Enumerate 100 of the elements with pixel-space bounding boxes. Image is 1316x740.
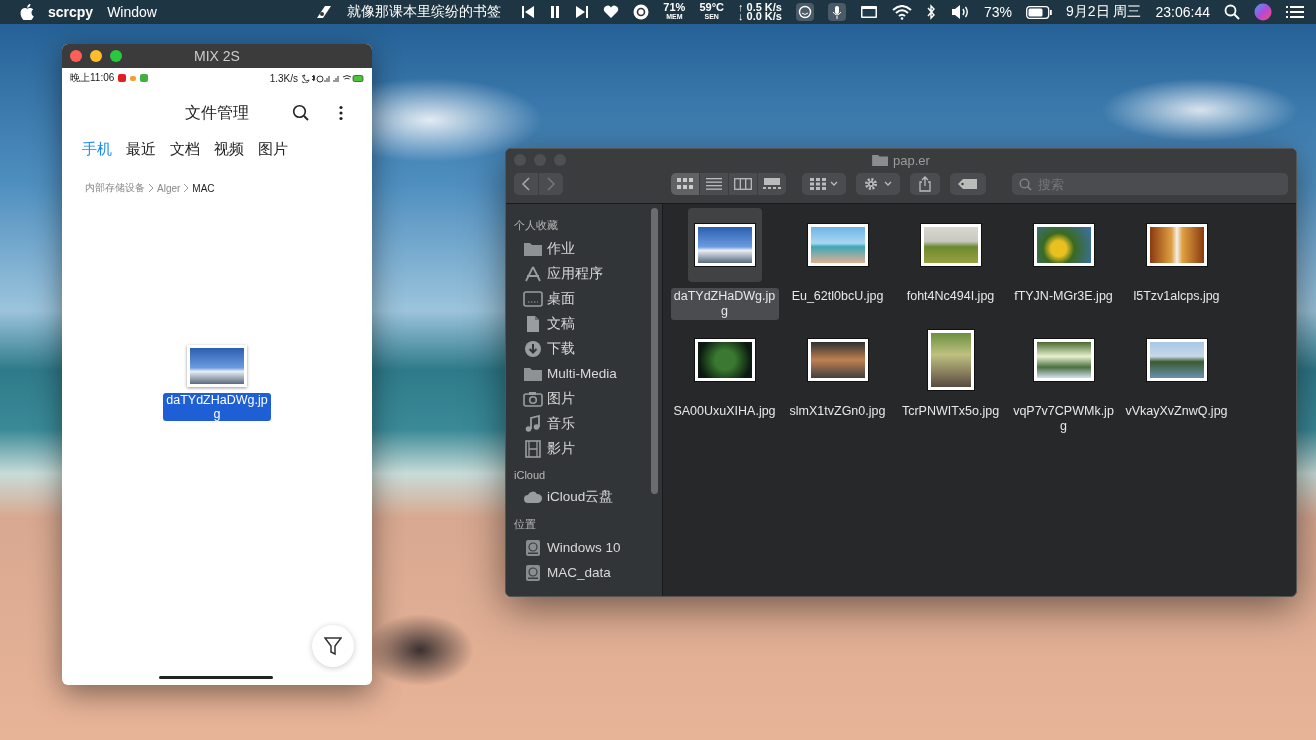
network-speed: 1.3K/s — [269, 72, 298, 84]
grid-dropdown-icon — [810, 178, 838, 190]
wifi-icon[interactable] — [892, 4, 912, 20]
window-title: MIX 2S — [194, 48, 240, 64]
status-time: 晚上11:06 — [70, 71, 115, 85]
window-icon[interactable] — [860, 5, 878, 19]
volume-icon[interactable] — [950, 4, 970, 20]
sidebar-item[interactable]: 音乐 — [514, 411, 648, 436]
battery-icon[interactable] — [1026, 5, 1053, 19]
file-name[interactable]: fTYJN-MGr3E.jpg — [1009, 288, 1118, 305]
sidebar-item[interactable]: 图片 — [514, 386, 648, 411]
file-name[interactable]: Eu_62tl0bcU.jpg — [783, 288, 892, 305]
file-name[interactable]: daTYdZHaDWg.jpg — [163, 393, 271, 421]
list-view-button[interactable] — [700, 173, 728, 195]
tag-button[interactable] — [950, 173, 986, 195]
window-title: pap.er — [893, 152, 930, 168]
siri-icon[interactable] — [1254, 3, 1272, 21]
back-button[interactable] — [514, 173, 538, 195]
grid-icon — [677, 178, 693, 190]
icon-view-button[interactable] — [671, 173, 699, 195]
download-icon — [523, 339, 543, 358]
scrollbar[interactable] — [648, 204, 663, 596]
list-icon — [706, 178, 722, 190]
filter-icon — [324, 636, 342, 656]
column-view-button[interactable] — [729, 173, 757, 195]
file-thumbnail[interactable] — [687, 208, 762, 282]
chevron-left-icon — [521, 177, 531, 191]
film-icon — [523, 439, 543, 458]
group-by-button[interactable] — [802, 173, 846, 195]
close-button[interactable] — [70, 50, 82, 62]
gallery-view-button[interactable] — [758, 173, 786, 195]
chevron-right-icon — [183, 183, 190, 193]
sidebar-item[interactable]: Multi-Media — [514, 361, 648, 386]
date-text[interactable]: 9月2日 周三 — [1066, 3, 1142, 21]
file-name[interactable]: SA00UxuXIHA.jpg — [670, 403, 779, 420]
desktop-icon — [523, 289, 543, 308]
breadcrumb-item[interactable]: Alger — [157, 182, 181, 194]
category-tab[interactable]: 手机 — [82, 140, 112, 159]
next-track-icon[interactable] — [575, 5, 590, 19]
sidebar-heading: 个人收藏 — [514, 218, 559, 233]
sidebar-item[interactable]: MAC_data — [514, 560, 648, 585]
filter-button[interactable] — [312, 625, 354, 667]
file-name[interactable]: vVkayXvZnwQ.jpg — [1122, 403, 1231, 420]
file-name[interactable]: daTYdZHaDWg.jpg — [670, 288, 779, 320]
menu-item[interactable]: Window — [107, 4, 157, 20]
settings-button[interactable] — [856, 173, 900, 195]
music-icon — [523, 414, 543, 433]
camera-icon — [523, 389, 543, 408]
sidebar-item[interactable]: 下载 — [514, 336, 648, 361]
song-title[interactable]: 就像那课本里缤纷的书签 — [347, 3, 502, 21]
columns-icon — [734, 178, 752, 190]
sidebar-item[interactable]: Windows 10 — [514, 535, 648, 560]
sidebar-item[interactable]: 桌面 — [514, 286, 648, 311]
breadcrumb-item[interactable]: 内部存储设备 — [85, 181, 145, 195]
microphone-icon[interactable] — [828, 3, 846, 21]
category-tab[interactable]: 文档 — [170, 140, 200, 159]
category-tab[interactable]: 最近 — [126, 140, 156, 159]
apps-icon — [523, 264, 543, 283]
battery-percent[interactable]: 73% — [984, 4, 1013, 20]
file-name[interactable]: TcrPNWITx5o.jpg — [896, 403, 1005, 420]
search-icon[interactable] — [1224, 4, 1240, 20]
folder-icon — [872, 154, 889, 166]
apple-logo-icon[interactable] — [20, 4, 34, 20]
photo-placeholder[interactable] — [187, 345, 247, 387]
chevron-right-icon — [148, 183, 154, 193]
zoom-button[interactable] — [110, 50, 122, 62]
minimize-button[interactable] — [90, 50, 102, 62]
sidebar-item[interactable]: 应用程序 — [514, 261, 648, 286]
category-tab[interactable]: 图片 — [258, 140, 288, 159]
smiley-face-icon[interactable] — [796, 3, 814, 21]
pause-icon[interactable] — [549, 5, 562, 19]
share-button[interactable] — [910, 173, 940, 195]
list-icon[interactable] — [1286, 5, 1304, 19]
sidebar-item[interactable]: 影片 — [514, 436, 648, 461]
search-icon[interactable] — [292, 104, 310, 122]
app-menu[interactable]: scrcpy — [48, 4, 94, 20]
category-tab[interactable]: 视频 — [214, 140, 244, 159]
file-name[interactable]: l5Tzv1alcps.jpg — [1122, 288, 1231, 305]
sidebar-item[interactable]: 作业 — [514, 236, 648, 261]
file-name[interactable]: slmX1tvZGn0.jpg — [783, 403, 892, 420]
status-icons-drawing — [302, 73, 364, 83]
file-name[interactable]: vqP7v7CPWMk.jpg — [1009, 403, 1118, 435]
share-icon — [918, 176, 932, 192]
sidebar-item[interactable]: iCloud云盘 — [514, 484, 648, 509]
app-title: 文件管理 — [185, 102, 249, 123]
gear-dropdown-icon — [864, 177, 892, 191]
bluetooth-icon[interactable] — [926, 4, 936, 20]
tag-icon — [958, 179, 978, 189]
previous-track-icon[interactable] — [521, 5, 536, 19]
sidebar-item[interactable]: 文稿 — [514, 311, 648, 336]
gallery-icon — [763, 178, 781, 190]
network-speed[interactable]: ↑ 0.5 K/s ↓ 0.0 K/s — [737, 3, 782, 21]
sidebar-heading: iCloud — [514, 468, 547, 483]
file-name[interactable]: foht4Nc494I.jpg — [896, 288, 1005, 305]
heart-icon[interactable] — [603, 5, 620, 19]
clock-text[interactable]: 23:06:44 — [1155, 4, 1210, 20]
more-options-icon[interactable] — [338, 105, 344, 121]
chevron-right-icon — [546, 177, 556, 191]
sidebar-heading: 位置 — [514, 517, 537, 532]
breadcrumb-item[interactable]: MAC — [192, 182, 215, 194]
